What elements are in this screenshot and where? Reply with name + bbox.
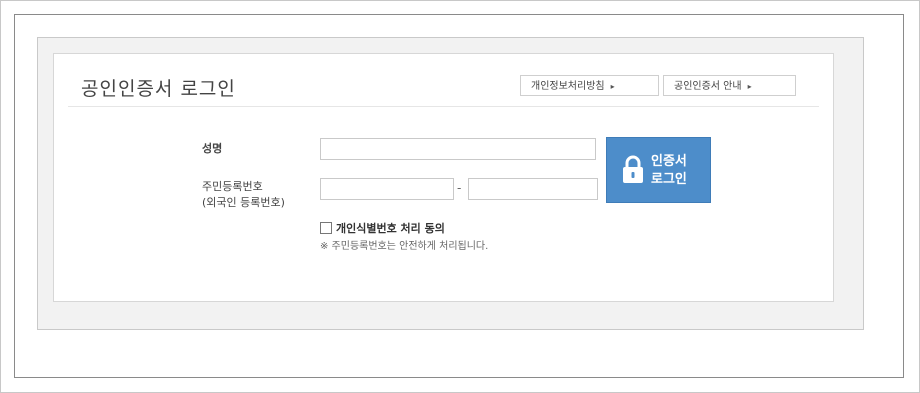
login-button-line1: 인증서: [651, 154, 687, 169]
rrn-notice: ※ 주민등록번호는 안전하게 처리됩니다.: [320, 241, 489, 252]
rrn-sub-label: (외국인 등록번호): [202, 196, 285, 209]
lock-icon: [623, 155, 643, 183]
arrow-right-icon: ▸: [747, 82, 752, 91]
login-button-text: 인증서 로그인: [651, 153, 687, 189]
name-input[interactable]: [320, 138, 596, 160]
consent-checkbox[interactable]: [320, 222, 332, 234]
certificate-guide-label: 공인인증서 안내: [674, 81, 742, 92]
page-title: 공인인증서 로그인: [81, 78, 236, 100]
arrow-right-icon: ▸: [610, 82, 615, 91]
privacy-policy-label: 개인정보처리방침: [531, 81, 605, 92]
login-button-line2: 로그인: [651, 172, 687, 187]
login-container: 공인인증서 로그인 개인정보처리방침 ▸ 공인인증서 안내 ▸ 성명 주민등록번호 …: [37, 37, 864, 330]
consent-label[interactable]: 개인식별번호 처리 동의: [336, 220, 445, 236]
login-panel: 공인인증서 로그인 개인정보처리방침 ▸ 공인인증서 안내 ▸ 성명 주민등록번호 …: [53, 53, 834, 302]
rrn-separator: -: [457, 181, 462, 195]
certificate-guide-button[interactable]: 공인인증서 안내 ▸: [663, 75, 796, 96]
name-label: 성명: [202, 142, 223, 155]
title-divider: [68, 106, 819, 107]
rrn-front-input[interactable]: [320, 178, 454, 200]
rrn-back-input[interactable]: [468, 178, 598, 200]
certificate-login-button[interactable]: 인증서 로그인: [606, 137, 711, 203]
inner-frame: 공인인증서 로그인 개인정보처리방침 ▸ 공인인증서 안내 ▸ 성명 주민등록번호 …: [14, 14, 904, 378]
rrn-label: 주민등록번호: [202, 180, 263, 193]
privacy-policy-button[interactable]: 개인정보처리방침 ▸: [520, 75, 659, 96]
consent-row: 개인식별번호 처리 동의: [320, 220, 445, 236]
